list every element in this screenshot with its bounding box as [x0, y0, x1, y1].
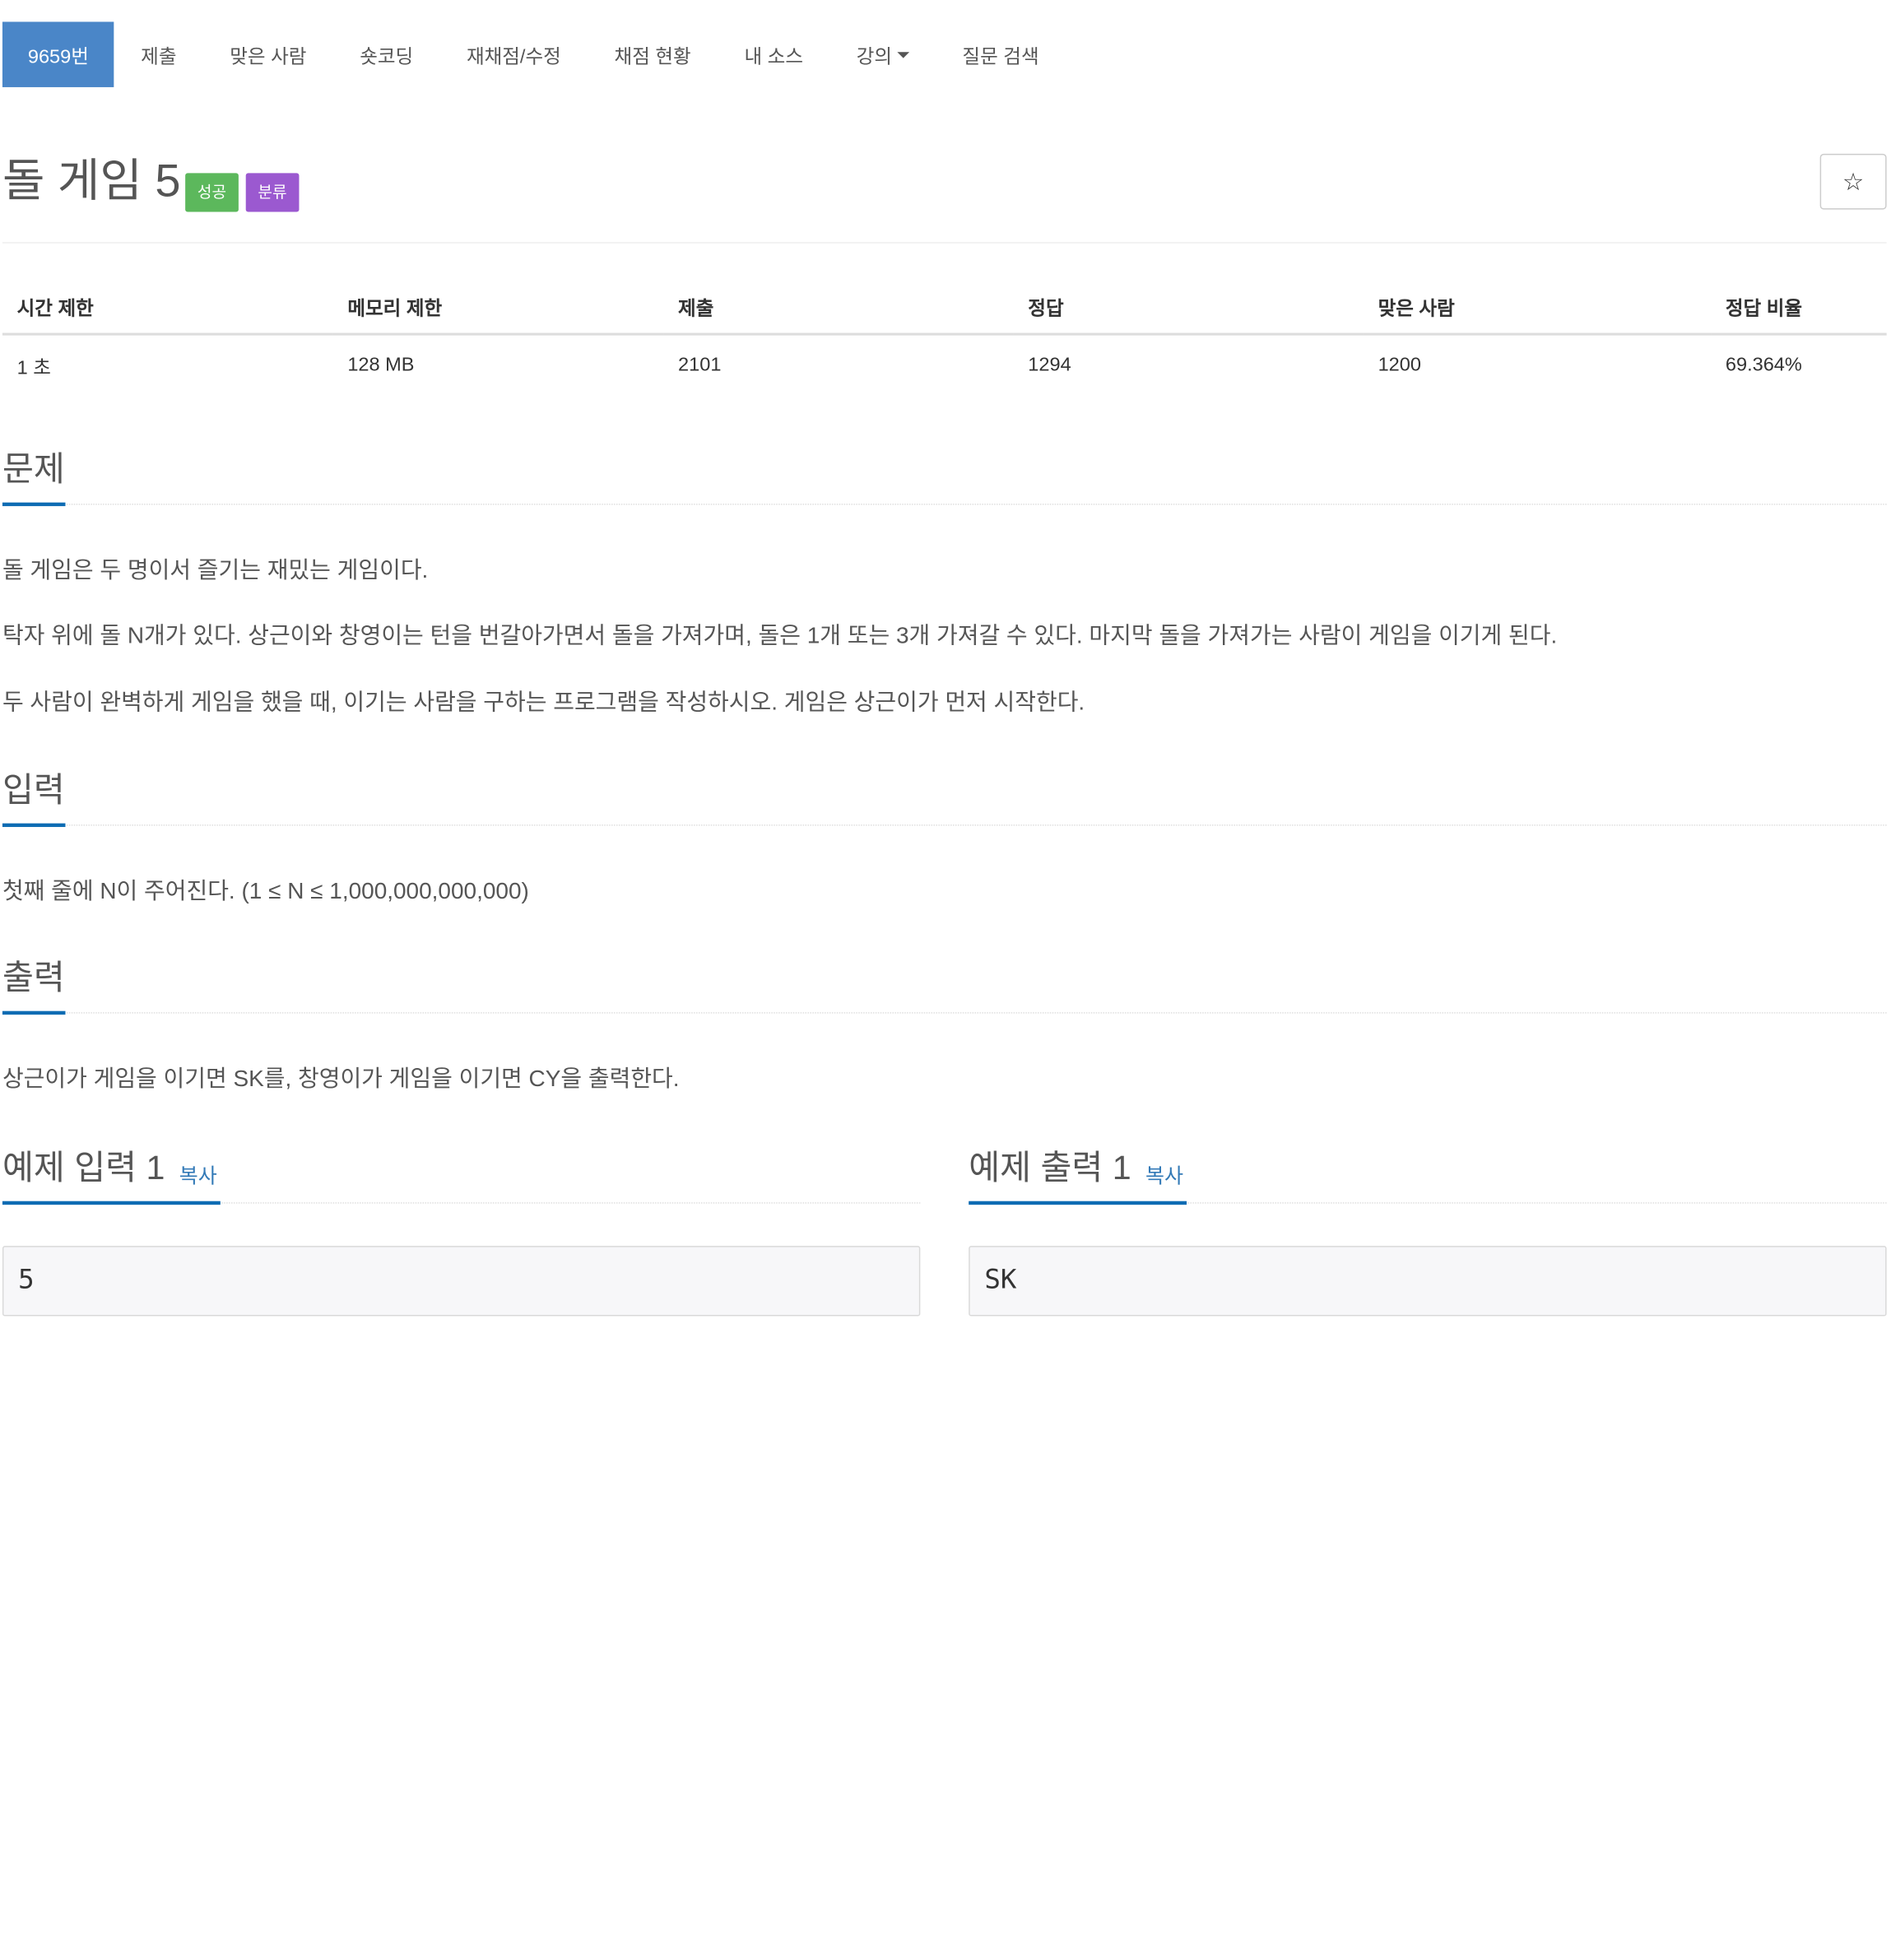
tab-problem[interactable]: 9659번	[2, 21, 114, 87]
tab-lectures-label: 강의	[856, 47, 893, 68]
column-header: 맞은 사람	[1363, 278, 1712, 336]
tab-my-source[interactable]: 내 소스	[718, 21, 829, 86]
divider	[2, 824, 1887, 826]
sample-input-heading: 예제 입력 1 복사	[2, 1147, 921, 1205]
problem-section-heading: 문제	[2, 448, 1887, 507]
tab-lectures[interactable]: 강의	[829, 21, 936, 86]
submissions-cell: 2101	[678, 355, 722, 376]
section-underline	[2, 502, 66, 507]
tab-submit[interactable]: 제출	[114, 21, 203, 86]
tab-accepted-users[interactable]: 맞은 사람	[203, 21, 333, 86]
problem-nav: 9659번 제출 맞은 사람 숏코딩 재채점/수정 채점 현황 내 소스 강의 …	[2, 21, 1066, 87]
problem-header: 돌 게임 5 성공 분류 ☆	[2, 152, 1887, 220]
sample-output-box[interactable]: SK	[969, 1246, 1887, 1317]
section-title: 예제 출력 1	[969, 1149, 1131, 1187]
memory-limit-cell: 128 MB	[347, 355, 415, 376]
section-title: 출력	[2, 959, 65, 997]
section-underline	[969, 1201, 1187, 1205]
input-section-heading: 입력	[2, 769, 1887, 828]
section-underline	[2, 1201, 221, 1205]
tab-status[interactable]: 채점 현황	[588, 21, 718, 86]
page-title: 돌 게임 5	[2, 156, 181, 207]
column-header: 정답	[1013, 278, 1364, 336]
accept-ratio-cell: 69.364%	[1725, 355, 1802, 376]
sample-output-heading: 예제 출력 1 복사	[969, 1147, 1887, 1205]
favorite-button[interactable]: ☆	[1819, 153, 1887, 210]
section-title: 예제 입력 1	[2, 1149, 165, 1187]
accepted-users-cell: 1200	[1378, 355, 1421, 376]
problem-info-table: 시간 제한 메모리 제한 제출 정답 맞은 사람 정답 비율 1 초 128 M…	[2, 278, 1887, 396]
section-underline	[2, 1010, 66, 1015]
column-header: 제출	[663, 278, 1014, 336]
divider	[2, 242, 1887, 244]
chevron-down-icon	[896, 51, 909, 58]
star-icon: ☆	[1842, 169, 1865, 196]
time-limit-cell: 1 초	[16, 358, 51, 379]
output-section-heading: 출력	[2, 956, 1887, 1015]
problem-description-line: 탁자 위에 돌 N개가 있다. 상근이와 창영이는 턴을 번갈아가면서 돌을 가…	[2, 623, 1558, 649]
table-header-row: 시간 제한 메모리 제한 제출 정답 맞은 사람 정답 비율	[2, 278, 1887, 336]
table-row: 1 초 128 MB 2101 1294 1200 69.364%	[2, 334, 1887, 396]
column-header: 메모리 제한	[332, 278, 664, 336]
tab-question-search[interactable]: 질문 검색	[936, 21, 1066, 86]
accepted-cell: 1294	[1028, 355, 1071, 376]
tab-short-coding[interactable]: 숏코딩	[333, 21, 440, 86]
problem-description-line: 두 사람이 완벽하게 게임을 했을 때, 이기는 사람을 구하는 프로그램을 작…	[2, 690, 1085, 716]
copy-sample-output-button[interactable]: 복사	[1145, 1159, 1183, 1189]
tab-rejudge[interactable]: 재채점/수정	[440, 21, 588, 86]
copy-sample-input-button[interactable]: 복사	[179, 1159, 217, 1189]
output-description: 상근이가 게임을 이기면 SK를, 창영이가 게임을 이기면 CY을 출력한다.	[2, 1066, 680, 1093]
section-title: 문제	[2, 450, 65, 489]
section-underline	[2, 823, 66, 828]
category-badge[interactable]: 분류	[245, 173, 300, 212]
section-title: 입력	[2, 771, 65, 809]
divider	[2, 1012, 1887, 1014]
input-description: 첫째 줄에 N이 주어진다. (1 ≤ N ≤ 1,000,000,000,00…	[2, 879, 529, 905]
success-badge: 성공	[185, 173, 239, 212]
sample-input-box[interactable]: 5	[2, 1246, 921, 1317]
column-header: 시간 제한	[2, 278, 333, 336]
column-header: 정답 비율	[1711, 278, 1887, 336]
problem-description-line: 돌 게임은 두 명이서 즐기는 재밌는 게임이다.	[2, 558, 429, 584]
